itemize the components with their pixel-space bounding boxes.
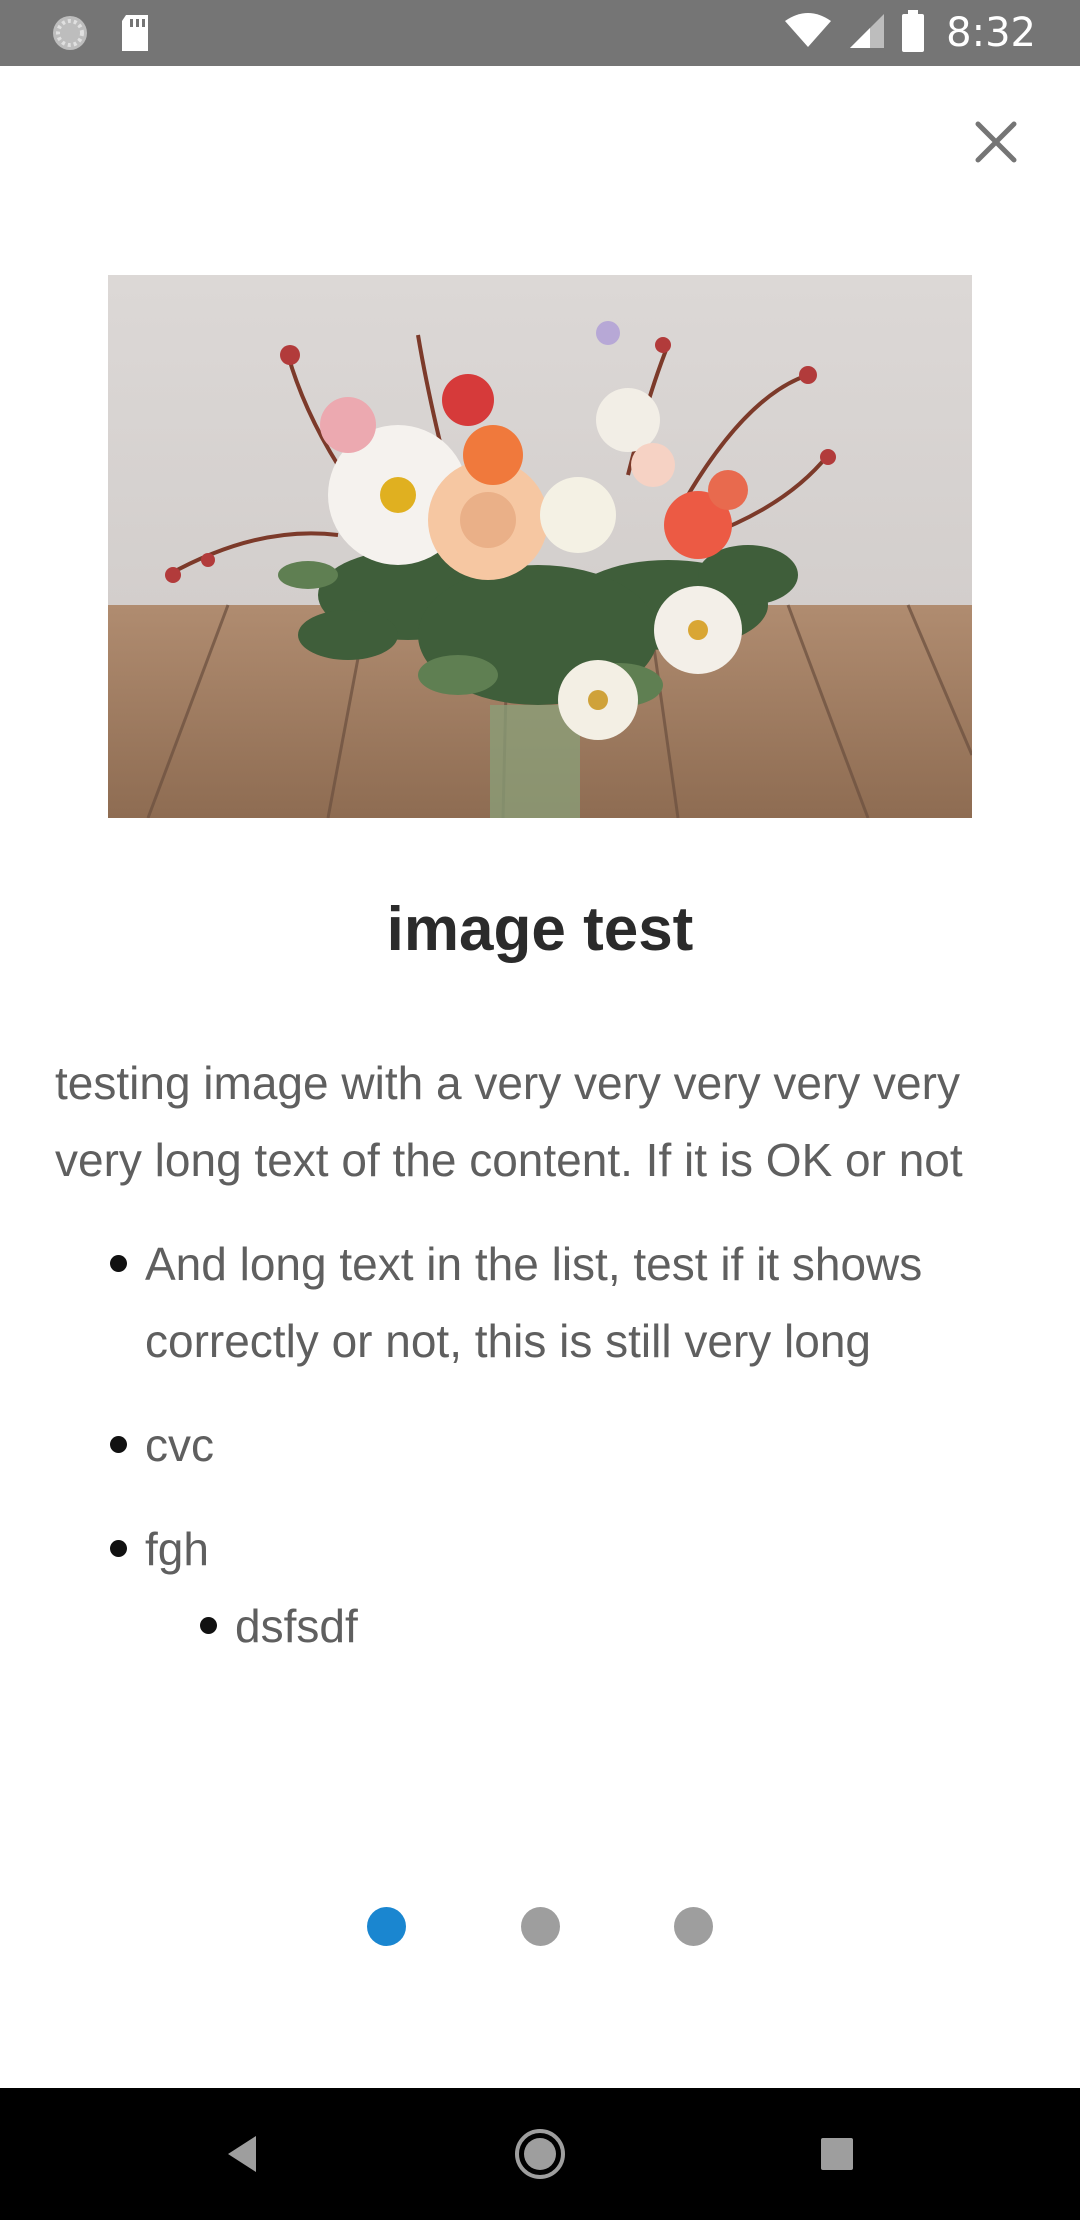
bullet-icon: [110, 1436, 127, 1453]
page-title: image test: [386, 895, 694, 964]
wifi-icon: [784, 12, 832, 54]
bullet-icon: [110, 1540, 127, 1557]
nested-list-item: dsfsdf: [145, 1588, 1035, 1665]
recents-button[interactable]: [805, 2122, 869, 2186]
recents-icon: [821, 2138, 853, 2170]
bullet-list: And long text in the list, test if it sh…: [55, 1226, 1035, 1665]
sync-icon: [50, 13, 90, 58]
bullet-icon: [110, 1255, 127, 1272]
page-dot-2[interactable]: [521, 1907, 560, 1946]
list-item: fgh dsfsdf: [55, 1511, 1035, 1665]
battery-icon: [900, 9, 926, 57]
list-item-text: fgh: [145, 1523, 209, 1575]
navigation-bar: [0, 2088, 1080, 2220]
signal-icon: [846, 12, 886, 55]
list-item: And long text in the list, test if it sh…: [55, 1226, 1035, 1380]
home-button[interactable]: [508, 2122, 572, 2186]
page-dot-1[interactable]: [367, 1907, 406, 1946]
bullet-icon: [200, 1617, 217, 1634]
back-button[interactable]: [210, 2122, 274, 2186]
page-dot-3[interactable]: [674, 1907, 713, 1946]
list-item-text: And long text in the list, test if it sh…: [145, 1238, 923, 1367]
nested-list-item-text: dsfsdf: [235, 1600, 358, 1652]
hero-image: [108, 275, 972, 818]
clock: 8:32: [946, 10, 1036, 56]
body-paragraph: testing image with a very very very very…: [55, 1057, 963, 1186]
close-icon: [975, 121, 1017, 163]
list-item: cvc: [55, 1407, 1035, 1484]
pagination-dots: [0, 1907, 1080, 1947]
home-icon: [515, 2129, 565, 2179]
sd-card-icon: [118, 13, 152, 58]
content-body: testing image with a very very very very…: [55, 1045, 1035, 1692]
status-bar: 8:32: [0, 0, 1080, 66]
list-item-text: cvc: [145, 1419, 214, 1471]
nested-list: dsfsdf: [145, 1588, 1035, 1665]
close-button[interactable]: [960, 106, 1032, 178]
back-icon: [228, 2136, 256, 2172]
